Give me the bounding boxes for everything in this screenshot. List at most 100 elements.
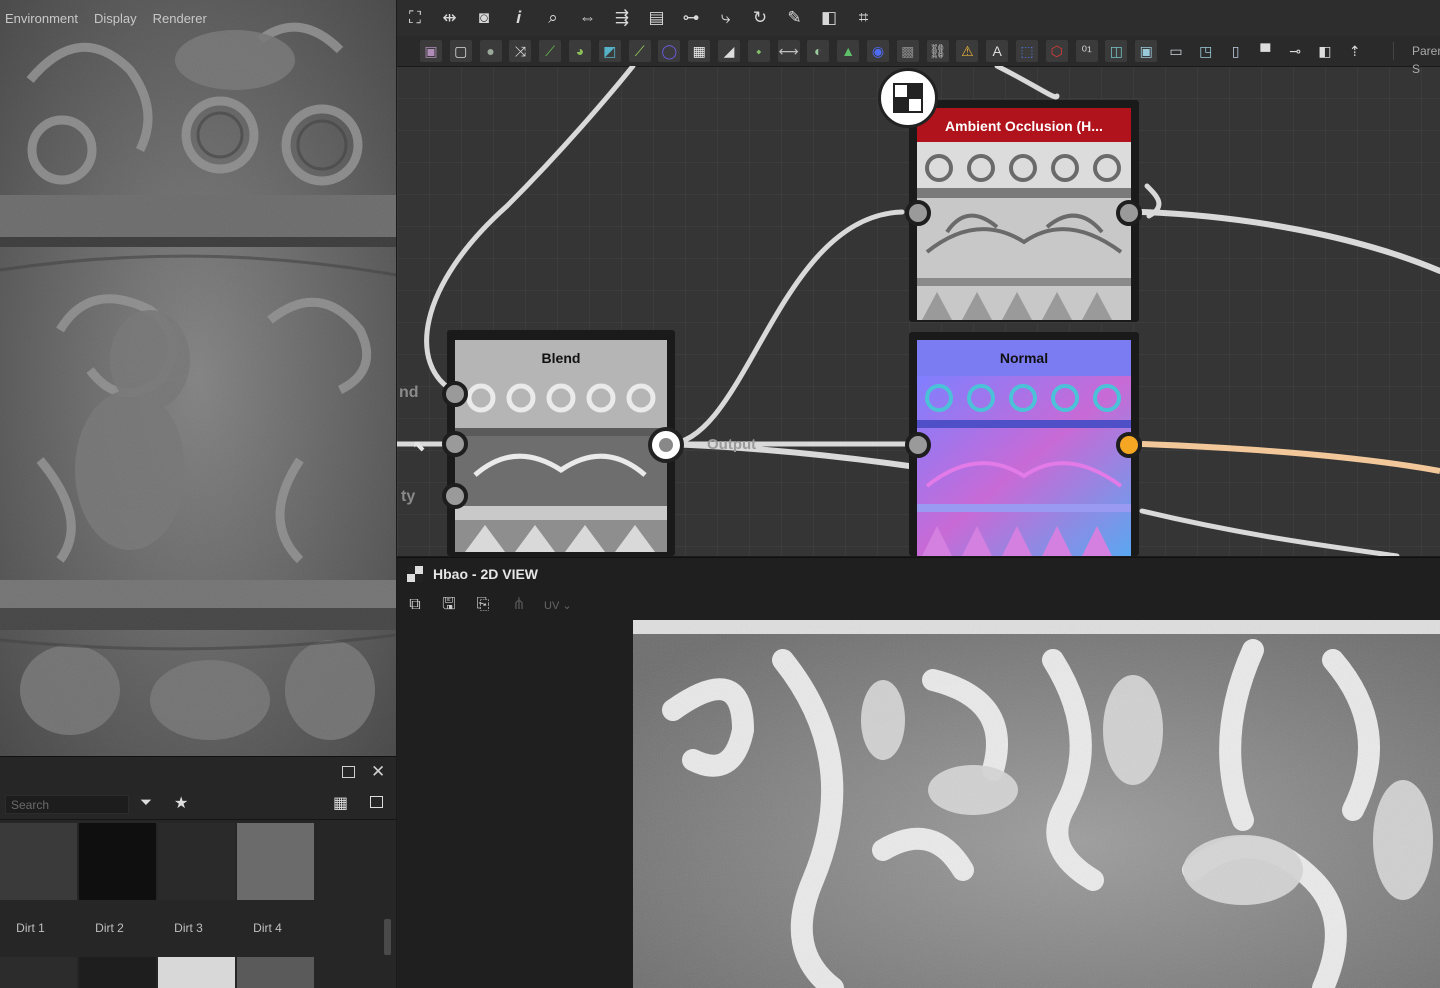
- menu-display[interactable]: Display: [94, 11, 137, 26]
- graph-toolbar-main: ⛶ ⇹ ◙ 𝒊 ⌕ ⇔ ⇶ ▤ ⊶ ⤷ ↻ ✎ ◧ ⌗: [397, 0, 1440, 36]
- normal-node[interactable]: Normal: [909, 332, 1139, 556]
- node-tool-32-icon[interactable]: ⇡: [1344, 40, 1366, 62]
- node-tool-10-icon[interactable]: ▦: [688, 40, 711, 62]
- library-thumb-row2-4[interactable]: [237, 957, 314, 988]
- info-icon[interactable]: 𝒊: [509, 8, 529, 28]
- node-tool-26-icon[interactable]: ▭: [1165, 40, 1187, 62]
- copy-icon[interactable]: ⎘: [473, 595, 493, 615]
- node-tool-21-icon[interactable]: ⬚: [1016, 40, 1038, 62]
- library-thumb-row2-1[interactable]: [0, 957, 77, 988]
- normal-output-port[interactable]: [1116, 432, 1142, 458]
- uv-dropdown[interactable]: UV ⌄: [544, 599, 572, 612]
- node-tool-15-icon[interactable]: ▲: [837, 40, 860, 62]
- node-tool-2-icon[interactable]: ▢: [449, 40, 472, 62]
- close-icon[interactable]: ✕: [371, 762, 385, 782]
- camera-icon[interactable]: ◙: [474, 8, 494, 28]
- graph-toolbar-nodes: Parent S ▣ ▢ ● ⤨ ⟋ ◕ ◩ ⟋ ◯ ▦ ◢ ⬩ ⟷ ◐ ▲ ◉ ▩ ⛓ ⚠ A ⬚ ⬡ ⁰¹ ◫ ▣ ▭ ◳ ▯ ▀ ⊸…: [397, 36, 1440, 76]
- share-icon[interactable]: ⋔: [509, 595, 529, 615]
- frame-all-icon[interactable]: ⛶: [405, 8, 425, 28]
- preview-icon[interactable]: ◧: [819, 8, 839, 28]
- connect-icon[interactable]: ⊶: [681, 8, 701, 28]
- node-tool-29-icon[interactable]: ▀: [1254, 40, 1276, 62]
- 3d-viewport[interactable]: Environment Display Renderer: [0, 0, 396, 756]
- library-scrollbar[interactable]: [384, 919, 391, 955]
- node-tool-20-icon[interactable]: A: [986, 40, 1009, 62]
- save-icon[interactable]: 🖫: [439, 595, 459, 615]
- menu-environment[interactable]: Environment: [5, 11, 78, 26]
- normal-input-port[interactable]: [905, 432, 931, 458]
- node-tool-6-icon[interactable]: ◕: [569, 40, 591, 62]
- node-tool-22-icon[interactable]: ⬡: [1045, 40, 1068, 62]
- node-tool-24-icon[interactable]: ◫: [1105, 40, 1128, 62]
- node-tool-18-icon[interactable]: ⛓: [926, 40, 949, 62]
- node-tool-25-icon[interactable]: ▣: [1135, 40, 1158, 62]
- node-tool-1-icon[interactable]: ▣: [420, 40, 442, 62]
- ambient-occlusion-node[interactable]: Ambient Occlusion (H...: [909, 100, 1139, 322]
- blend-node[interactable]: Blend: [447, 330, 675, 556]
- library-search-row: ⏷ ★ ▦: [0, 789, 396, 820]
- node-tool-8-icon[interactable]: ⟋: [628, 40, 651, 62]
- blend-output-port[interactable]: [648, 427, 684, 463]
- node-tool-9-icon[interactable]: ◯: [658, 40, 681, 62]
- fit-icon[interactable]: ⇹: [440, 8, 460, 28]
- library-thumb-row2-2[interactable]: [79, 957, 156, 988]
- library-thumb-1[interactable]: [0, 823, 77, 900]
- uv-dropdown-label: UV: [544, 600, 560, 612]
- wire-blend-ao: [664, 209, 905, 447]
- library-thumb-4[interactable]: [237, 823, 314, 900]
- ao-input-port[interactable]: [905, 200, 931, 226]
- 2d-view-toolbar: ⧉ 🖫 ⎘ ⋔ UV ⌄: [397, 590, 1440, 620]
- blend-input-port-1[interactable]: [442, 381, 468, 407]
- node-tool-17-icon[interactable]: ▩: [896, 40, 919, 62]
- node-tool-16-icon[interactable]: ◉: [867, 40, 889, 62]
- crop-icon[interactable]: ⌗: [854, 8, 874, 28]
- library-thumb-2[interactable]: [79, 823, 156, 900]
- 2d-view-canvas[interactable]: [633, 620, 1440, 988]
- favorite-add-icon[interactable]: ★: [174, 793, 188, 813]
- node-tool-11-icon[interactable]: ◢: [718, 40, 740, 62]
- panel-toggle-icon[interactable]: [370, 796, 383, 808]
- zoom-icon[interactable]: ⌕: [543, 8, 563, 28]
- filter-icon[interactable]: ⏷: [140, 794, 152, 811]
- node-tool-31-icon[interactable]: ◧: [1314, 40, 1336, 62]
- library-thumb-3[interactable]: [158, 823, 235, 900]
- wrench-icon[interactable]: ✎: [785, 8, 805, 28]
- library-thumb-label: Dirt 3: [174, 921, 203, 935]
- node-tool-5-icon[interactable]: ⟋: [539, 40, 562, 62]
- search-input[interactable]: [5, 795, 129, 814]
- node-tool-4-icon[interactable]: ⤨: [509, 40, 532, 62]
- node-tool-30-icon[interactable]: ⊸: [1284, 40, 1306, 62]
- graph-editor[interactable]: ⛶ ⇹ ◙ 𝒊 ⌕ ⇔ ⇶ ▤ ⊶ ⤷ ↻ ✎ ◧ ⌗ Parent S ▣ ▢ ● ⤨ ⟋ ◕ ◩ ⟋ ◯ ▦ ◢ ⬩ ⟷ ◐ ▲ ◉…: [397, 0, 1440, 556]
- blend-input-port-3[interactable]: [442, 483, 468, 509]
- 2d-view-title: Hbao - 2D VIEW: [433, 566, 539, 582]
- grid-view-icon[interactable]: ▦: [333, 793, 348, 813]
- node-tool-23-icon[interactable]: ⁰¹: [1075, 40, 1098, 62]
- path-icon[interactable]: ⤷: [716, 8, 736, 28]
- node-tool-19-icon[interactable]: ⚠: [956, 40, 979, 62]
- library-thumb-label: Dirt 2: [95, 921, 124, 935]
- 2d-view-header: Hbao - 2D VIEW: [397, 558, 1440, 590]
- node-tool-12-icon[interactable]: ⬩: [747, 40, 770, 62]
- refresh-icon[interactable]: ↻: [750, 8, 770, 28]
- parent-size-label[interactable]: Parent S: [1393, 42, 1440, 76]
- node-tool-28-icon[interactable]: ▯: [1225, 40, 1247, 62]
- side-label-bottom: ty: [401, 488, 416, 505]
- copy-view-icon[interactable]: ⧉: [405, 595, 425, 615]
- align-icon[interactable]: ⇔: [578, 8, 598, 28]
- hierarchy-icon[interactable]: ⇶: [612, 8, 632, 28]
- ao-output-port[interactable]: [1116, 200, 1142, 226]
- maximize-icon[interactable]: [342, 766, 355, 778]
- checker-icon: [407, 566, 423, 582]
- 3d-viewport-render[interactable]: [0, 0, 396, 756]
- node-tool-7-icon[interactable]: ◩: [598, 40, 621, 62]
- menu-renderer[interactable]: Renderer: [153, 11, 207, 26]
- panel-icon[interactable]: ▤: [647, 8, 667, 28]
- blend-input-port-2[interactable]: [442, 431, 468, 457]
- node-tool-13-icon[interactable]: ⟷: [777, 40, 800, 62]
- library-thumb-label: Dirt 1: [16, 921, 45, 935]
- node-type-badge[interactable]: [878, 68, 938, 128]
- node-tool-14-icon[interactable]: ◐: [807, 40, 830, 62]
- node-tool-27-icon[interactable]: ◳: [1195, 40, 1217, 62]
- library-thumb-row2-3[interactable]: [158, 957, 235, 988]
- node-tool-3-icon[interactable]: ●: [479, 40, 502, 62]
